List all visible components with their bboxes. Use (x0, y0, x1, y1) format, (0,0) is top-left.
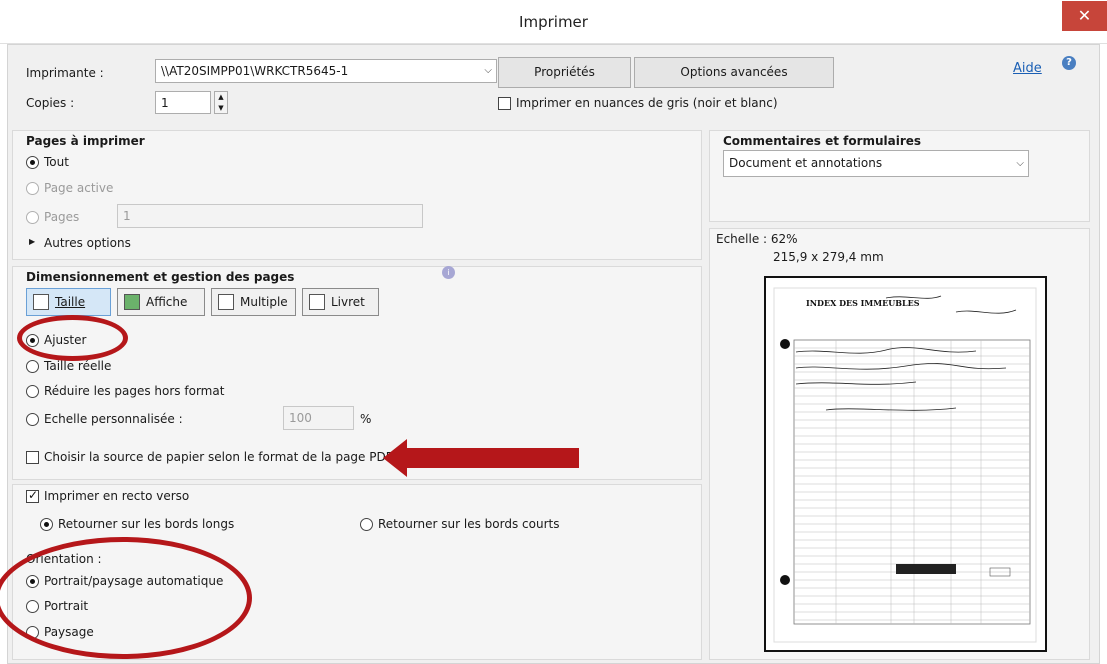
radio-actual-size[interactable] (26, 360, 39, 373)
tab-poster[interactable]: Affiche (117, 288, 205, 316)
radio-long-edge-label: Retourner sur les bords longs (58, 517, 235, 531)
more-options-label[interactable]: Autres options (44, 236, 131, 250)
copies-input[interactable]: 1 (155, 91, 211, 114)
tab-multiple[interactable]: Multiple (211, 288, 296, 316)
tab-booklet-label: Livret (331, 295, 365, 309)
advanced-options-button[interactable]: Options avancées (634, 57, 834, 88)
pages-section-title: Pages à imprimer (26, 134, 145, 148)
tab-size[interactable]: Taille (26, 288, 111, 316)
chevron-down-icon: ⌵ (1016, 158, 1024, 169)
printer-select[interactable]: \\AT20SIMPP01\WRKCTR5645-1 ⌵ (155, 59, 497, 83)
percent-label: % (360, 412, 372, 426)
comments-select[interactable]: Document et annotations ⌵ (723, 150, 1029, 177)
custom-scale-input[interactable]: 100 (283, 406, 354, 430)
comments-value: Document et annotations (729, 156, 883, 170)
radio-short-edge[interactable] (360, 518, 373, 531)
red-arrow-icon (383, 439, 579, 477)
duplex-label: Imprimer en recto verso (44, 489, 190, 503)
printer-value: \\AT20SIMPP01\WRKCTR5645-1 (161, 64, 349, 78)
grayscale-checkbox[interactable] (498, 97, 511, 110)
help-icon[interactable]: ? (1062, 56, 1076, 70)
multiple-pages-icon (218, 294, 234, 310)
highlight-ellipse-orientation (0, 537, 252, 659)
radio-all-label: Tout (44, 155, 69, 169)
radio-custom-scale-label: Echelle personnalisée : (44, 412, 183, 426)
tab-poster-label: Affiche (146, 295, 188, 309)
radio-current-page[interactable] (26, 182, 39, 195)
preview-doc-heading: INDEX DES IMMEUBLES (806, 298, 920, 308)
copies-label: Copies : (26, 96, 75, 110)
radio-short-edge-label: Retourner sur les bords courts (378, 517, 560, 531)
radio-all[interactable] (26, 156, 39, 169)
preview-page-size: 215,9 x 279,4 mm (773, 250, 884, 264)
stepper-down-icon[interactable]: ▼ (215, 103, 227, 113)
copies-stepper[interactable]: ▲ ▼ (214, 91, 228, 114)
chevron-down-icon: ⌵ (484, 65, 492, 76)
radio-current-page-label: Page active (44, 181, 114, 195)
booklet-icon (309, 294, 325, 310)
preview-scale: Echelle : 62% (716, 232, 798, 246)
help-link[interactable]: Aide (1013, 61, 1042, 76)
paper-source-label: Choisir la source de papier selon le for… (44, 450, 393, 464)
expand-triangle-icon[interactable]: ▶ (29, 237, 35, 246)
fit-page-icon (33, 294, 49, 310)
info-icon[interactable]: i (442, 266, 455, 279)
poster-icon (124, 294, 140, 310)
radio-pages[interactable] (26, 211, 39, 224)
document-preview-image: INDEX DES IMMEUBLES (773, 287, 1037, 643)
properties-button[interactable]: Propriétés (498, 57, 631, 88)
radio-pages-label: Pages (44, 210, 80, 224)
window-title: Imprimer (519, 13, 588, 31)
highlight-ellipse-fit (17, 315, 128, 361)
sizing-section-title: Dimensionnement et gestion des pages (26, 270, 295, 284)
radio-custom-scale[interactable] (26, 413, 39, 426)
close-button[interactable]: ✕ (1062, 1, 1107, 31)
grayscale-label: Imprimer en nuances de gris (noir et bla… (516, 96, 778, 110)
stepper-up-icon[interactable]: ▲ (215, 92, 227, 103)
pages-range-input[interactable]: 1 (117, 204, 423, 228)
tab-booklet[interactable]: Livret (302, 288, 379, 316)
checkmark-icon: ✓ (28, 488, 39, 502)
radio-actual-size-label: Taille réelle (44, 359, 112, 373)
page-preview: INDEX DES IMMEUBLES (764, 276, 1047, 652)
radio-shrink-label: Réduire les pages hors format (44, 384, 225, 398)
tab-size-label: Taille (55, 295, 86, 309)
paper-source-checkbox[interactable] (26, 451, 39, 464)
duplex-checkbox[interactable]: ✓ (26, 488, 39, 503)
tab-multiple-label: Multiple (240, 295, 288, 309)
radio-shrink[interactable] (26, 385, 39, 398)
printer-label: Imprimante : (26, 66, 104, 80)
radio-long-edge[interactable] (40, 518, 53, 531)
comments-section-title: Commentaires et formulaires (723, 134, 922, 148)
